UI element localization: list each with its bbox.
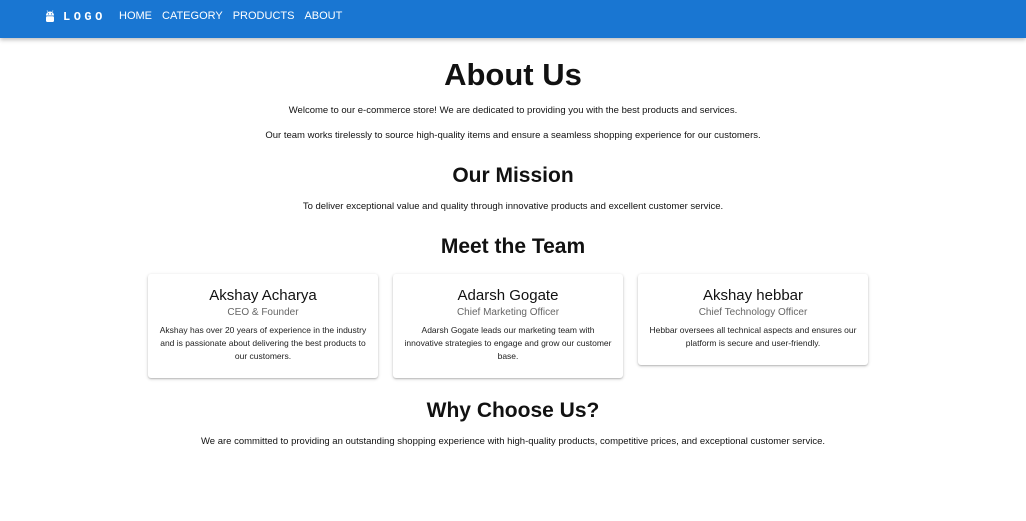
about-intro-1: Welcome to our e-commerce store! We are … bbox=[288, 105, 738, 116]
about-intro-2: Our team works tirelessly to source high… bbox=[265, 130, 761, 141]
team-member-card: Akshay hebbar Chief Technology Officer H… bbox=[638, 274, 868, 365]
member-role: CEO & Founder bbox=[227, 307, 299, 318]
member-name: Akshay hebbar bbox=[702, 287, 804, 304]
nav-link-products[interactable]: PRODUCTS bbox=[233, 10, 295, 22]
page-title: About Us bbox=[444, 57, 582, 92]
main-nav: HOME CATEGORY PRODUCTS ABOUT bbox=[119, 10, 352, 22]
why-heading: Why Choose Us? bbox=[426, 399, 600, 422]
member-name: Akshay Acharya bbox=[209, 287, 317, 304]
team-member-card: Akshay Acharya CEO & Founder Akshay has … bbox=[148, 274, 378, 378]
team-member-card: Adarsh Gogate Chief Marketing Officer Ad… bbox=[393, 274, 623, 378]
top-app-bar: LOGO HOME CATEGORY PRODUCTS ABOUT bbox=[0, 0, 1026, 38]
member-role: Chief Technology Officer bbox=[698, 307, 808, 318]
mission-text: To deliver exceptional value and quality… bbox=[302, 201, 724, 212]
logo[interactable]: LOGO bbox=[44, 9, 106, 25]
nav-link-category[interactable]: CATEGORY bbox=[162, 10, 223, 22]
member-bio: Akshay has over 20 years of experience i… bbox=[159, 325, 367, 361]
android-robot-icon bbox=[46, 10, 54, 22]
mission-heading: Our Mission bbox=[452, 164, 574, 187]
nav-link-home[interactable]: HOME bbox=[119, 10, 152, 22]
logo-text: LOGO bbox=[63, 10, 106, 24]
nav-link-about[interactable]: ABOUT bbox=[304, 10, 342, 22]
why-text: We are committed to providing an outstan… bbox=[201, 436, 825, 447]
member-role: Chief Marketing Officer bbox=[456, 307, 560, 318]
team-heading: Meet the Team bbox=[440, 235, 586, 258]
member-bio: Hebbar oversees all technical aspects an… bbox=[649, 325, 857, 348]
member-bio: Adarsh Gogate leads our marketing team w… bbox=[404, 325, 612, 361]
member-name: Adarsh Gogate bbox=[457, 287, 559, 304]
